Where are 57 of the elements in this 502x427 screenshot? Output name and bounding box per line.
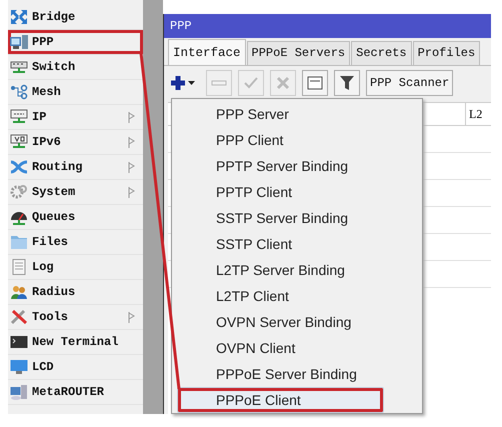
- switch-icon: [10, 59, 28, 75]
- terminal-icon: [10, 334, 28, 350]
- menu-item[interactable]: L2TP Client: [177, 283, 420, 309]
- splitter[interactable]: [143, 0, 163, 414]
- menu-item[interactable]: SSTP Server Binding: [177, 205, 420, 231]
- sidebar-item[interactable]: Switch: [8, 55, 143, 80]
- tab[interactable]: Secrets: [351, 41, 412, 65]
- tab[interactable]: PPPoE Servers: [246, 41, 350, 65]
- minus-icon: [211, 78, 227, 88]
- window-title: PPP: [164, 14, 491, 38]
- sidebar-item[interactable]: Tools: [8, 305, 143, 330]
- sidebar-item[interactable]: Radius: [8, 280, 143, 305]
- plus-icon: [171, 74, 197, 92]
- filter-icon: [339, 75, 355, 91]
- check-icon: [243, 76, 259, 90]
- sidebar-item[interactable]: IP: [8, 105, 143, 130]
- sidebar-item[interactable]: Queues: [8, 205, 143, 230]
- menu-item[interactable]: SSTP Client: [177, 231, 420, 257]
- nodes-icon: [10, 84, 28, 100]
- menu-item[interactable]: L2TP Server Binding: [177, 257, 420, 283]
- note-icon: [307, 76, 323, 90]
- sidebar-item[interactable]: MetaROUTER: [8, 380, 143, 405]
- gears-icon: [10, 184, 28, 200]
- filter-button[interactable]: [334, 70, 360, 96]
- menu-item[interactable]: OVPN Client: [177, 335, 420, 361]
- monitor-icon: [10, 359, 28, 375]
- menu-item[interactable]: PPTP Client: [177, 179, 420, 205]
- servers-icon: [10, 384, 28, 400]
- comment-button[interactable]: [302, 70, 328, 96]
- menu-item[interactable]: PPTP Server Binding: [177, 153, 420, 179]
- menu-item[interactable]: OVPN Server Binding: [177, 309, 420, 335]
- tab[interactable]: Profiles: [412, 41, 480, 65]
- menu-item[interactable]: PPPoE Client: [177, 387, 384, 413]
- crossing-arrows-icon: [10, 159, 28, 175]
- sidebar-item[interactable]: Routing: [8, 155, 143, 180]
- sidebar-item[interactable]: PPP: [8, 30, 143, 55]
- menu-item[interactable]: PPPoE Server Binding: [177, 361, 420, 387]
- sidebar-item[interactable]: Files: [8, 230, 143, 255]
- sidebar-item[interactable]: LCD: [8, 355, 143, 380]
- arrows-icon: [10, 8, 28, 24]
- computer-icon: [10, 34, 28, 50]
- tools-icon: [10, 309, 28, 325]
- menu-item[interactable]: PPP Client: [177, 127, 420, 153]
- sidebar-item[interactable]: Mesh: [8, 80, 143, 105]
- sidebar-item[interactable]: Bridge: [8, 4, 143, 30]
- cross-icon: [276, 76, 290, 90]
- tab[interactable]: Interface: [168, 39, 246, 65]
- folder-icon: [10, 234, 28, 250]
- sidebar-item[interactable]: New Terminal: [8, 330, 143, 355]
- sidebar-item[interactable]: System: [8, 180, 143, 205]
- gauge-icon: [10, 209, 28, 225]
- column-header[interactable]: L2: [465, 103, 491, 125]
- sidebar-item[interactable]: IPv6: [8, 130, 143, 155]
- users-icon: [10, 284, 28, 300]
- scanner-button[interactable]: PPP Scanner: [366, 70, 454, 96]
- menu-item[interactable]: PPP Server: [177, 101, 420, 127]
- sidebar-item[interactable]: Log: [8, 255, 143, 280]
